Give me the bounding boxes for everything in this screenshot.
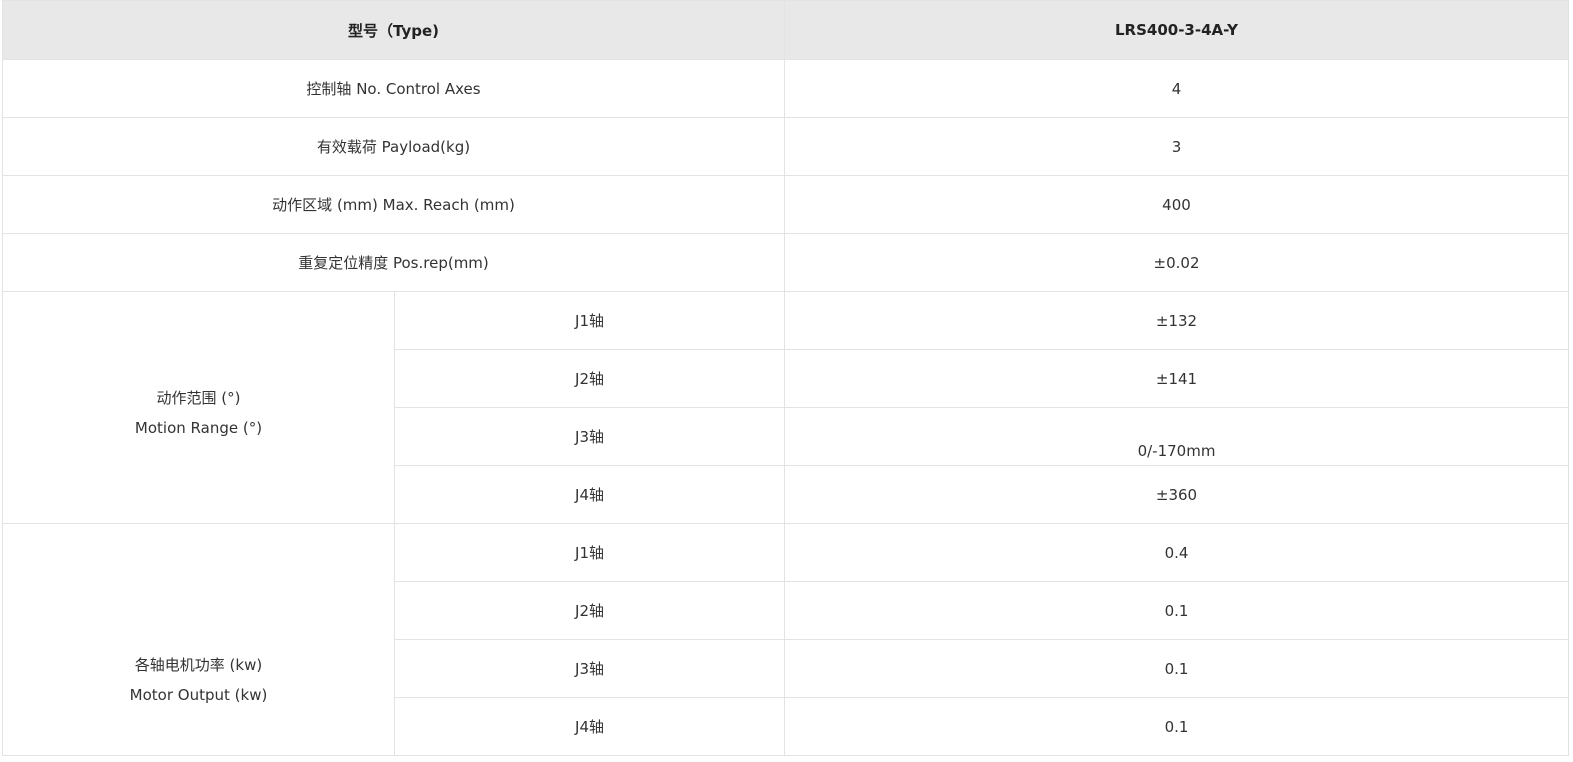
motor-output-label-en: Motor Output (kw) bbox=[129, 685, 268, 704]
table-row: 控制轴 No. Control Axes 4 bbox=[2, 59, 1569, 118]
axis-label: J1轴 bbox=[394, 291, 785, 350]
axis-value: ±132 bbox=[784, 291, 1569, 350]
motion-range-label-en: Motion Range (°) bbox=[134, 418, 263, 437]
row-label: 控制轴 No. Control Axes bbox=[2, 59, 785, 118]
motor-output-label-cn: 各轴电机功率 (kw) bbox=[134, 655, 263, 674]
axis-value: 0.1 bbox=[784, 581, 1569, 640]
spec-table: 型号（Type) LRS400-3-4A-Y 控制轴 No. Control A… bbox=[2, 0, 1569, 756]
axis-value: ±141 bbox=[784, 349, 1569, 408]
axis-label: J4轴 bbox=[394, 465, 785, 524]
axis-label: J3轴 bbox=[394, 639, 785, 698]
axis-value: 0.1 bbox=[784, 697, 1569, 756]
axis-label: J3轴 bbox=[394, 407, 785, 466]
header-row: 型号（Type) LRS400-3-4A-Y bbox=[2, 0, 1569, 60]
motion-range-label-cn: 动作范围 (°) bbox=[156, 388, 241, 407]
axis-label: J1轴 bbox=[394, 523, 785, 582]
row-label: 动作区域 (mm) Max. Reach (mm) bbox=[2, 175, 785, 234]
table-row: 动作范围 (°) Motion Range (°) J1轴 ±132 bbox=[2, 291, 1569, 524]
axis-value: 0.4 bbox=[784, 523, 1569, 582]
table-row: 有效载荷 Payload(kg) 3 bbox=[2, 117, 1569, 176]
row-value: 400 bbox=[784, 175, 1569, 234]
table-row: 各轴电机功率 (kw) Motor Output (kw) J1轴 0.4 bbox=[2, 523, 1569, 756]
motor-output-label: 各轴电机功率 (kw) Motor Output (kw) bbox=[2, 523, 395, 756]
axis-label: J4轴 bbox=[394, 697, 785, 756]
row-label: 重复定位精度 Pos.rep(mm) bbox=[2, 233, 785, 292]
row-value: 4 bbox=[784, 59, 1569, 118]
axis-value: 0/-170mm bbox=[784, 407, 1569, 466]
row-value: ±0.02 bbox=[784, 233, 1569, 292]
axis-label: J2轴 bbox=[394, 349, 785, 408]
table-row: 重复定位精度 Pos.rep(mm) ±0.02 bbox=[2, 233, 1569, 292]
axis-value: ±360 bbox=[784, 465, 1569, 524]
row-value: 3 bbox=[784, 117, 1569, 176]
table-row: 动作区域 (mm) Max. Reach (mm) 400 bbox=[2, 175, 1569, 234]
header-type-label: 型号（Type) bbox=[2, 0, 785, 60]
row-label: 有效载荷 Payload(kg) bbox=[2, 117, 785, 176]
header-model: LRS400-3-4A-Y bbox=[784, 0, 1569, 60]
axis-label: J2轴 bbox=[394, 581, 785, 640]
axis-value: 0.1 bbox=[784, 639, 1569, 698]
axis-value-text: 0/-170mm bbox=[1137, 441, 1216, 460]
motion-range-label: 动作范围 (°) Motion Range (°) bbox=[2, 291, 395, 524]
